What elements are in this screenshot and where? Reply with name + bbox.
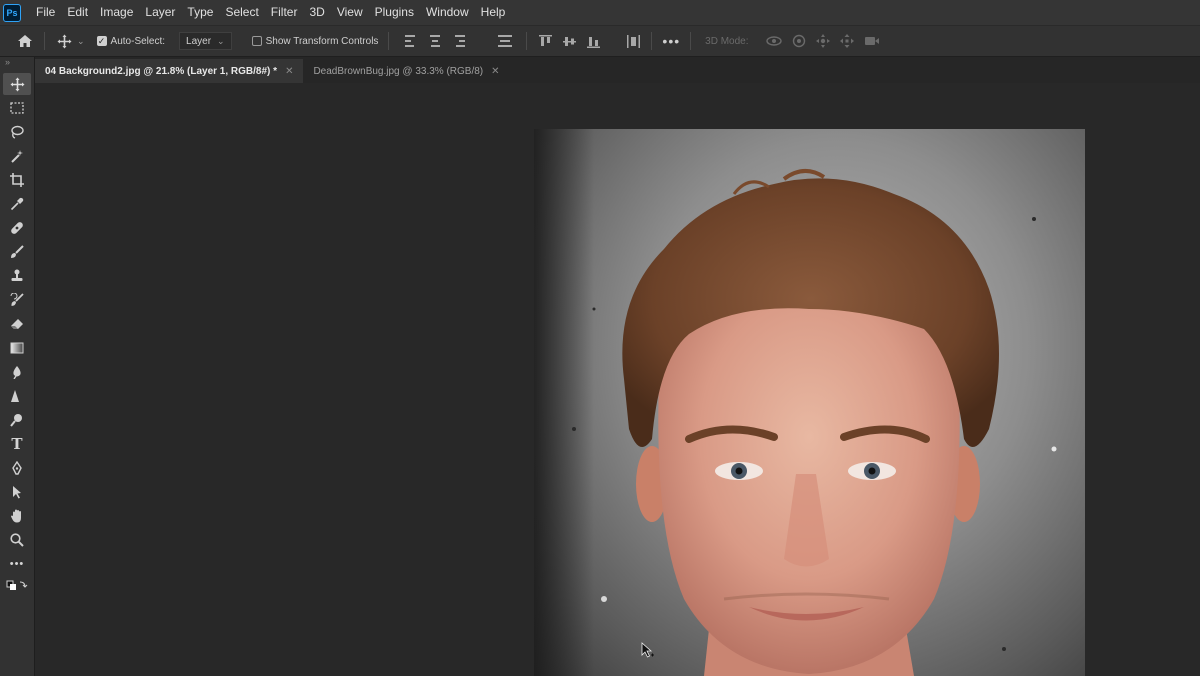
transform-controls-label: Show Transform Controls [265, 35, 379, 47]
chevron-down-icon: ⌄ [217, 35, 225, 46]
close-icon[interactable]: ✕ [285, 66, 293, 77]
portrait-image [534, 129, 1057, 676]
hand-tool-icon[interactable] [3, 505, 31, 527]
more-options-icon[interactable]: ••• [662, 33, 680, 49]
orbit-3d-camera-icon[interactable] [765, 34, 783, 48]
auto-select-toggle[interactable]: ✓ Auto-Select: [96, 35, 166, 47]
menu-type[interactable]: Type [181, 0, 219, 25]
auto-select-label: Auto-Select: [110, 35, 166, 47]
align-top-edges-icon[interactable] [537, 34, 553, 48]
menu-window[interactable]: Window [420, 0, 475, 25]
auto-select-checkbox[interactable]: ✓ [96, 36, 107, 46]
tab-deadbrownbug[interactable]: DeadBrownBug.jpg @ 33.3% (RGB/8) ✕ [303, 59, 509, 83]
menu-layer[interactable]: Layer [139, 0, 181, 25]
separator [690, 32, 692, 50]
crop-tool-icon[interactable] [3, 169, 31, 191]
tools-panel: » T ••• [0, 57, 35, 676]
more-tools-icon[interactable]: ••• [3, 553, 31, 575]
dodge-tool-icon[interactable] [3, 385, 31, 407]
sponge-tool-icon[interactable] [3, 409, 31, 431]
distribute-horizontal-icon[interactable] [625, 34, 641, 48]
slide-3d-camera-icon[interactable] [839, 34, 855, 48]
gradient-tool-icon[interactable] [3, 337, 31, 359]
document-canvas[interactable] [534, 129, 1085, 676]
photoshop-logo[interactable]: Ps [3, 3, 21, 22]
menu-edit[interactable]: Edit [61, 0, 94, 25]
options-bar: ⌄ ✓ Auto-Select: Layer ⌄ Show Transform … [0, 25, 1200, 57]
marquee-tool-icon[interactable] [3, 97, 31, 119]
move-tool-preset-icon[interactable] [55, 34, 73, 49]
document-tabs: 04 Background2.jpg @ 21.8% (Layer 1, RGB… [35, 57, 1200, 83]
auto-select-target-dropdown[interactable]: Layer ⌄ [179, 32, 232, 50]
pen-tool-icon[interactable] [3, 457, 31, 479]
tab-label: 04 Background2.jpg @ 21.8% (Layer 1, RGB… [45, 65, 278, 77]
clone-stamp-tool-icon[interactable] [3, 265, 31, 287]
align-right-edges-icon[interactable] [453, 35, 466, 47]
blur-tool-icon[interactable] [3, 361, 31, 383]
lasso-tool-icon[interactable] [3, 121, 31, 143]
eyedropper-tool-icon[interactable] [3, 193, 31, 215]
menu-filter[interactable]: Filter [265, 0, 304, 25]
zoom-tool-icon[interactable] [3, 529, 31, 551]
separator [651, 32, 653, 50]
menu-image[interactable]: Image [94, 0, 139, 25]
history-brush-tool-icon[interactable] [3, 289, 31, 311]
collapse-icon[interactable]: » [5, 57, 34, 67]
menu-bar: Ps File Edit Image Layer Type Select Fil… [0, 0, 1200, 25]
mouse-cursor-icon [641, 642, 654, 658]
tab-label: DeadBrownBug.jpg @ 33.3% (RGB/8) [313, 65, 484, 77]
transform-controls-checkbox[interactable] [251, 36, 262, 46]
menu-plugins[interactable]: Plugins [369, 0, 420, 25]
move-tool-icon[interactable] [3, 73, 31, 95]
chevron-down-icon[interactable]: ⌄ [77, 36, 85, 47]
canvas-area[interactable] [35, 83, 1200, 676]
menu-view[interactable]: View [331, 0, 369, 25]
close-icon[interactable]: ✕ [491, 66, 499, 77]
type-tool-icon[interactable]: T [3, 433, 31, 455]
roll-3d-camera-icon[interactable] [791, 34, 807, 48]
separator [44, 32, 45, 50]
align-left-edges-icon[interactable] [405, 35, 417, 47]
menu-help[interactable]: Help [475, 0, 512, 25]
align-vertical-centers-icon[interactable] [561, 35, 577, 48]
healing-brush-tool-icon[interactable] [3, 217, 31, 239]
align-bottom-edges-icon[interactable] [585, 35, 601, 48]
separator [526, 32, 528, 50]
home-icon[interactable] [16, 34, 34, 48]
show-transform-controls-toggle[interactable]: Show Transform Controls [251, 35, 379, 47]
zoom-3d-camera-icon[interactable] [863, 35, 881, 47]
swap-colors-icon[interactable] [3, 577, 31, 595]
menu-file[interactable]: File [30, 0, 61, 25]
distribute-vertical-icon[interactable] [498, 35, 513, 47]
align-horizontal-centers-icon[interactable] [429, 35, 441, 47]
magic-wand-tool-icon[interactable] [3, 145, 31, 167]
dropdown-value: Layer [186, 35, 212, 47]
brush-tool-icon[interactable] [3, 241, 31, 263]
tab-04-background2[interactable]: 04 Background2.jpg @ 21.8% (Layer 1, RGB… [35, 59, 304, 83]
separator [388, 32, 390, 50]
path-selection-tool-icon[interactable] [3, 481, 31, 503]
3d-mode-label: 3D Mode: [705, 35, 749, 47]
eraser-tool-icon[interactable] [3, 313, 31, 335]
menu-3d[interactable]: 3D [303, 0, 330, 25]
pan-3d-camera-icon[interactable] [815, 34, 831, 48]
menu-select[interactable]: Select [219, 0, 264, 25]
